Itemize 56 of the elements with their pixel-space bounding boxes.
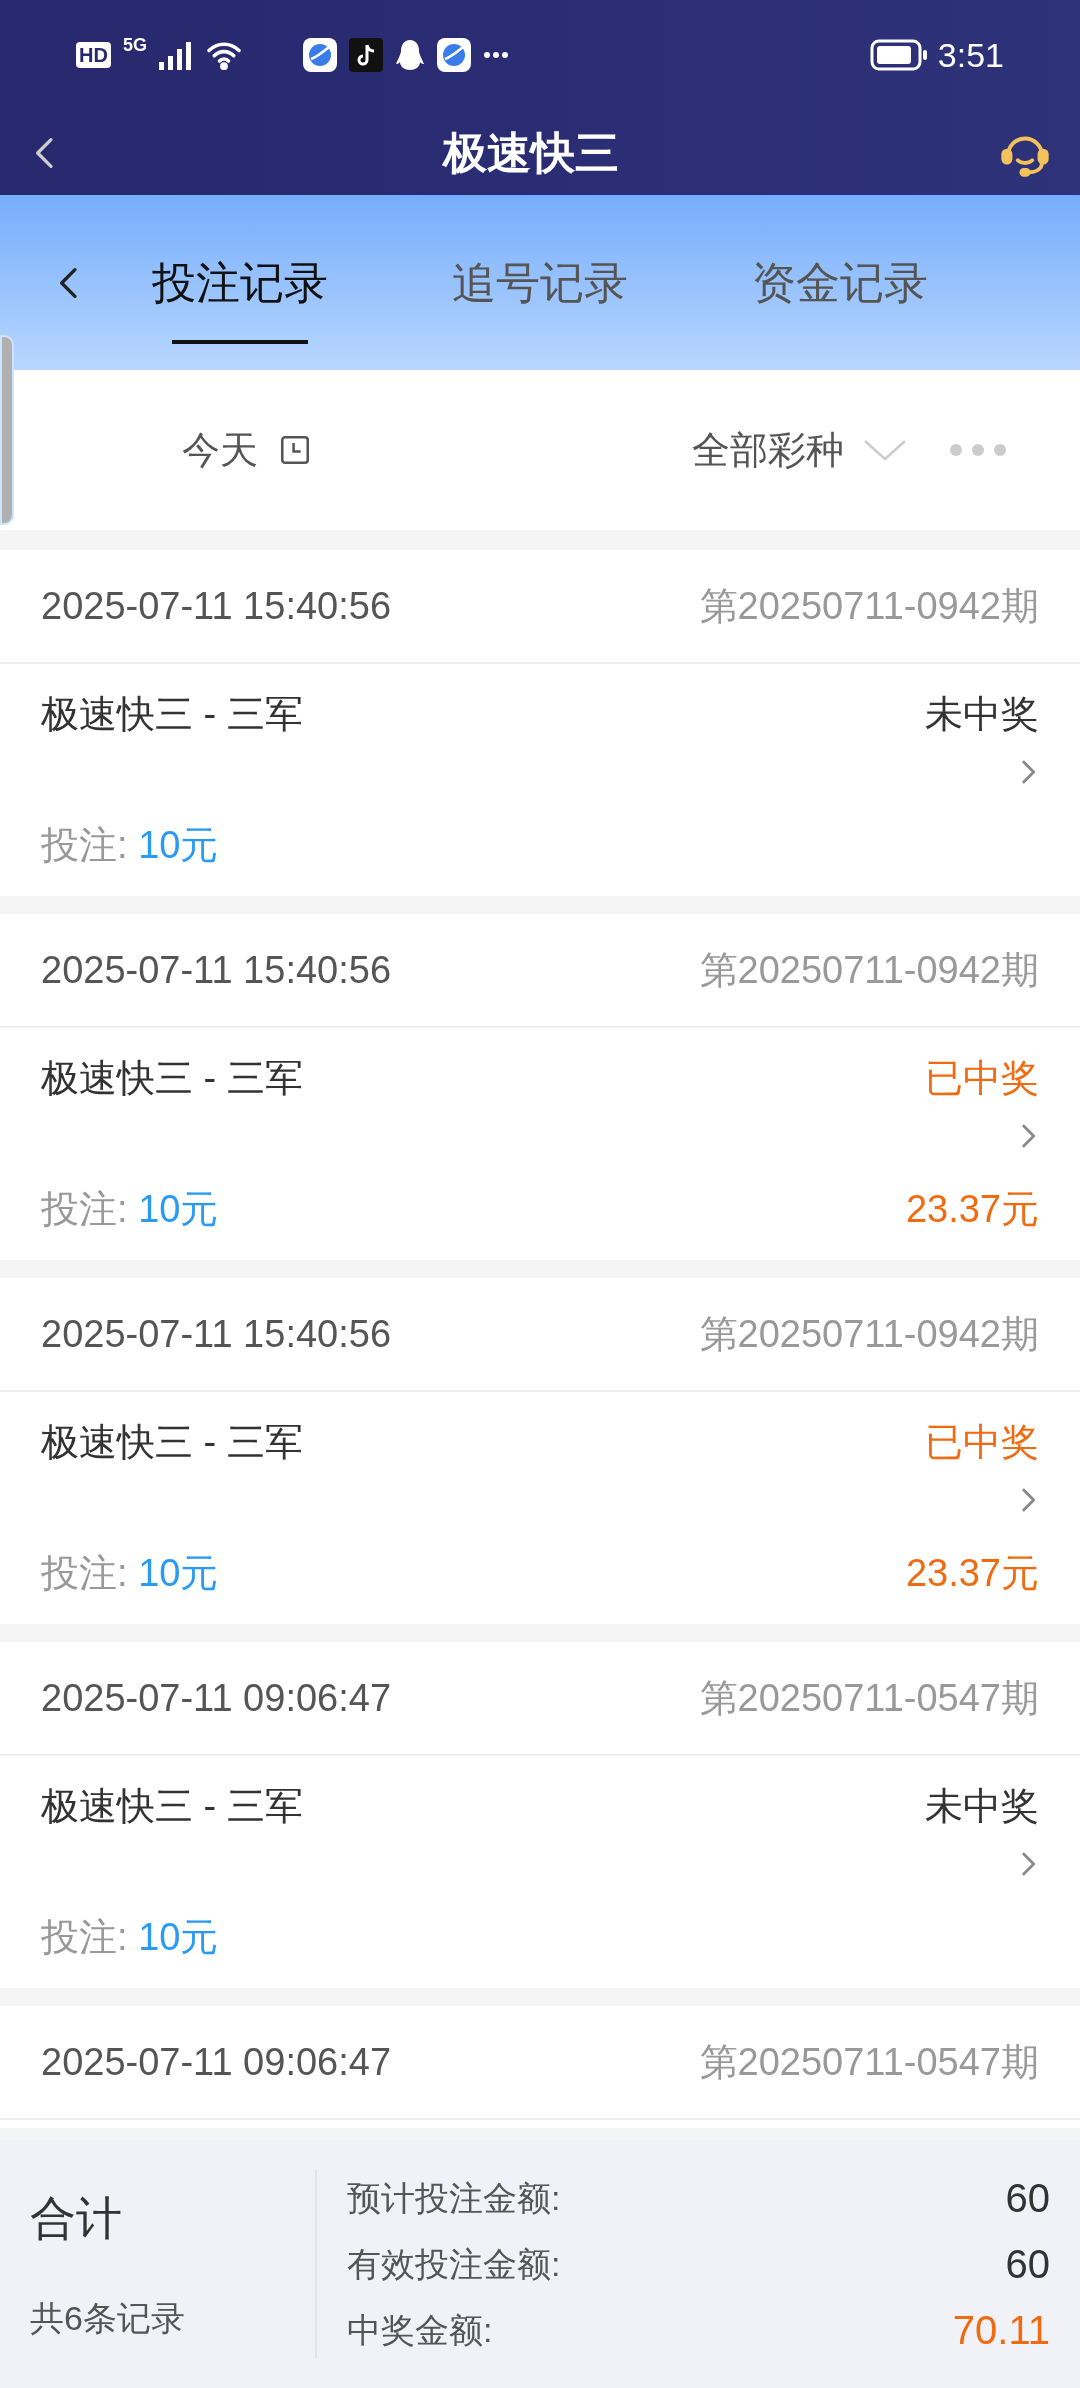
tab[interactable]: 资金记录: [752, 195, 928, 370]
result-status: 已中奖: [925, 1056, 1039, 1101]
prize-amount: 23.37元: [905, 1551, 1039, 1596]
issue-number: 第20250711-0942期: [699, 583, 1039, 629]
game-name: 极速快三 - 三军: [41, 692, 303, 737]
record-time: 2025-07-11 15:40:56: [41, 583, 392, 629]
record-card[interactable]: 2025-07-11 09:06:47 第20250711-0547期 极速快三 - 三军 未中奖 投注: 10元: [0, 1642, 1080, 1988]
game-name: 极速快三 - 三军: [41, 1420, 303, 1465]
bet-amount: 投注: 10元: [41, 1187, 219, 1232]
network-label: 5G: [122, 34, 147, 57]
summary-value: 60: [1005, 2175, 1050, 2222]
record-card[interactable]: 2025-07-11 15:40:56 第20250711-0942期 极速快三 - 三军 已中奖 投注: 10元 23.37元: [0, 1278, 1080, 1624]
side-handle[interactable]: [0, 335, 14, 525]
signal-icon: [158, 40, 193, 70]
record-card[interactable]: 2025-07-11 15:40:56 第20250711-0942期 极速快三 - 三军 未中奖 投注: 10元: [0, 550, 1080, 896]
issue-number: 第20250711-0547期: [699, 1675, 1039, 1721]
game-name: 极速快三 - 三军: [41, 1056, 303, 1101]
browser-app-icon: [302, 38, 337, 72]
record-time: 2025-07-11 15:40:56: [41, 947, 392, 993]
hd-icon: HD: [76, 42, 111, 68]
bet-amount: 投注: 10元: [41, 1551, 219, 1596]
total-label: 合计: [30, 2191, 123, 2246]
clock-time: 3:51: [937, 34, 1004, 76]
record-time: 2025-07-11 09:06:47: [41, 2039, 392, 2085]
summary-value: 60: [1005, 2241, 1050, 2288]
page-title: 极速快三: [443, 126, 619, 179]
game-name: 极速快三 - 三军: [41, 1784, 303, 1829]
record-count: 共6条记录: [30, 2298, 186, 2339]
issue-number: 第20250711-0942期: [699, 1311, 1039, 1357]
clock-icon: [278, 433, 312, 467]
lottery-filter[interactable]: 全部彩种: [692, 421, 908, 479]
tab[interactable]: 追号记录: [452, 195, 628, 370]
music-note-app-icon: [348, 38, 383, 72]
result-status: 已中奖: [925, 1420, 1039, 1465]
penguin-icon: [394, 38, 425, 72]
more-icon[interactable]: [950, 443, 1006, 457]
bet-amount: 投注: 10元: [41, 1915, 219, 1960]
battery-icon: [869, 39, 928, 71]
record-card[interactable]: 2025-07-11 15:40:56 第20250711-0942期 极速快三 - 三军 已中奖 投注: 10元 23.37元: [0, 914, 1080, 1260]
prize-amount: 23.37元: [905, 1187, 1039, 1232]
result-status: 未中奖: [925, 692, 1039, 737]
bet-amount: 投注: 10元: [41, 823, 219, 868]
tab[interactable]: 投注记录: [152, 195, 328, 370]
date-filter[interactable]: 今天: [182, 421, 312, 479]
summary-label: 预计投注金额:: [347, 2177, 561, 2219]
browser-app-icon: [436, 38, 471, 72]
more-notifications-icon: [482, 51, 509, 59]
record-time: 2025-07-11 09:06:47: [41, 1675, 392, 1721]
summary-value: 70.11: [952, 2307, 1050, 2354]
issue-number: 第20250711-0942期: [699, 947, 1039, 993]
summary-label: 中奖金额:: [347, 2309, 493, 2351]
wifi-icon: [204, 40, 243, 70]
issue-number: 第20250711-0547期: [699, 2039, 1039, 2085]
record-time: 2025-07-11 15:40:56: [41, 1311, 392, 1357]
summary-label: 有效投注金额:: [347, 2243, 561, 2285]
result-status: 未中奖: [925, 1784, 1039, 1829]
